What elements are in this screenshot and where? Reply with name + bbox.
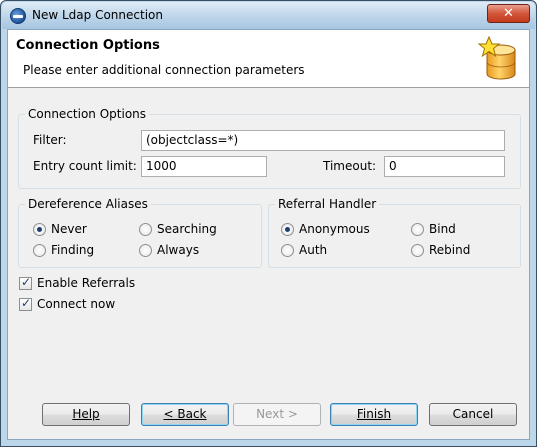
ldap-app-icon [10, 8, 26, 24]
close-icon: ✕ [503, 6, 514, 21]
radio-indicator[interactable] [33, 244, 46, 257]
radio-label: Never [51, 222, 87, 236]
dialog-client-area: Connection Options Please enter addition… [7, 29, 530, 440]
enable-referrals-label: Enable Referrals [37, 276, 136, 290]
radio-indicator[interactable] [411, 223, 424, 236]
referral-handler-label: Referral Handler [275, 197, 380, 211]
back-button[interactable]: < Back [141, 403, 229, 426]
checkbox-indicator[interactable] [19, 296, 32, 311]
checkbox-indicator[interactable] [19, 275, 32, 290]
connect-now-label: Connect now [37, 297, 116, 311]
database-star-icon [477, 36, 516, 80]
radio-label: Anonymous [299, 222, 370, 236]
dereference-aliases-label: Dereference Aliases [25, 197, 151, 211]
radio-indicator[interactable] [281, 244, 294, 257]
cancel-button-label: Cancel [452, 407, 494, 421]
radio-label: Searching [157, 222, 217, 236]
help-button[interactable]: Help [42, 403, 130, 426]
radio-label: Bind [429, 222, 456, 236]
next-button-label: Next > [256, 407, 298, 421]
dereference-aliases-group: Dereference Aliases Never Searching Find… [18, 197, 262, 268]
window-title: New Ldap Connection [32, 8, 163, 22]
radio-indicator[interactable] [139, 244, 152, 257]
timeout-label: Timeout: [323, 159, 377, 173]
wizard-banner: Connection Options Please enter addition… [8, 30, 529, 88]
connection-options-group: Connection Options Filter: (objectclass=… [18, 107, 521, 189]
back-button-label: < Back [163, 407, 207, 421]
entry-count-input[interactable]: 1000 [141, 156, 267, 177]
page-description: Please enter additional connection param… [23, 63, 305, 77]
radio-indicator[interactable] [33, 223, 46, 236]
next-button[interactable]: Next > [233, 403, 321, 426]
connection-options-label: Connection Options [25, 107, 150, 121]
page-title: Connection Options [16, 38, 160, 53]
finish-button[interactable]: Finish [330, 403, 418, 426]
finish-button-label: Finish [356, 407, 392, 421]
close-button[interactable]: ✕ [487, 4, 530, 23]
title-bar[interactable]: New Ldap Connection ✕ [2, 2, 535, 29]
cancel-button[interactable]: Cancel [429, 403, 517, 426]
dialog-window: New Ldap Connection ✕ Connection Options… [0, 0, 537, 447]
radio-label: Auth [299, 243, 328, 257]
radio-indicator[interactable] [281, 223, 294, 236]
radio-label: Always [157, 243, 200, 257]
referral-handler-group: Referral Handler Anonymous Bind Auth Reb… [268, 197, 521, 268]
radio-indicator[interactable] [139, 223, 152, 236]
filter-label: Filter: [33, 133, 67, 147]
radio-label: Finding [51, 243, 95, 257]
filter-input[interactable]: (objectclass=*) [141, 130, 505, 151]
radio-label: Rebind [429, 243, 471, 257]
radio-indicator[interactable] [411, 244, 424, 257]
timeout-input[interactable]: 0 [384, 156, 505, 177]
help-button-label: Help [72, 407, 100, 421]
entry-count-label: Entry count limit: [33, 159, 137, 173]
